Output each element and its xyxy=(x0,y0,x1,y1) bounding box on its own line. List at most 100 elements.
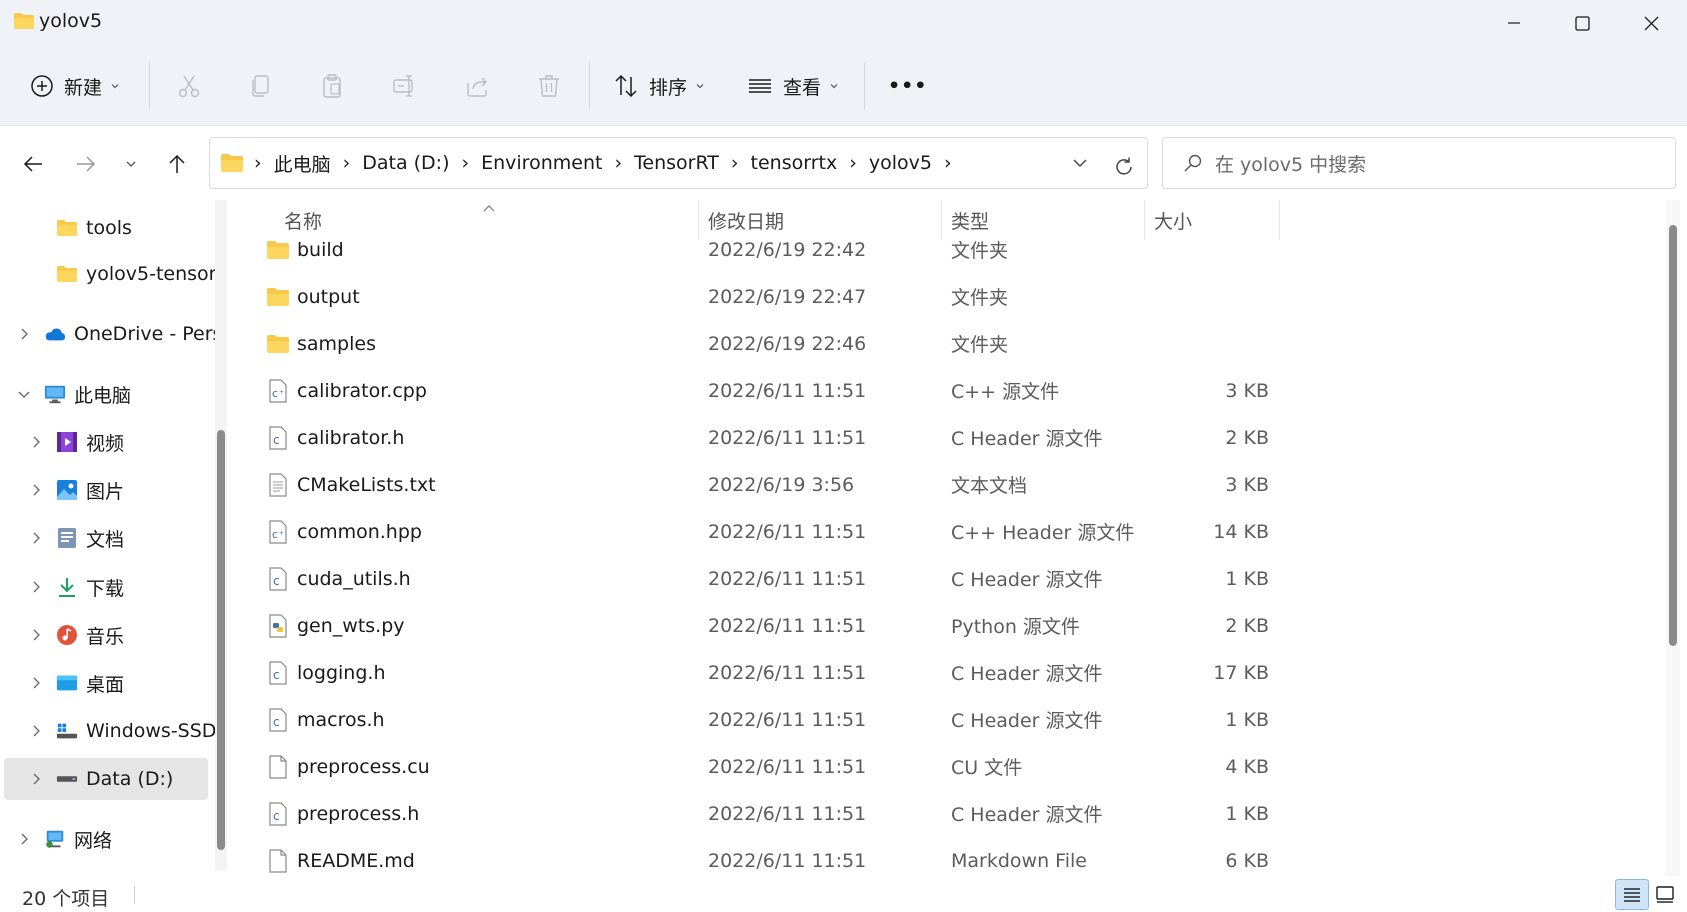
chevron-right-icon[interactable] xyxy=(28,579,44,595)
sidebar-item-this-pc[interactable]: 此电脑 xyxy=(4,373,208,415)
breadcrumb-chevron-icon[interactable]: › xyxy=(343,152,351,174)
new-button[interactable]: 新建 xyxy=(30,66,120,106)
cut-button[interactable] xyxy=(176,66,202,106)
file-row[interactable]: CMakeLists.txt 2022/6/19 3:56 文本文档 3 KB xyxy=(234,461,1662,508)
file-row[interactable]: c calibrator.h 2022/6/11 11:51 C Header 源文件… xyxy=(234,414,1662,461)
breadcrumb-chevron-icon[interactable]: › xyxy=(944,152,952,174)
more-options-button[interactable]: ••• xyxy=(888,66,927,106)
chevron-right-icon[interactable] xyxy=(28,482,44,498)
breadcrumb-chevron-icon[interactable]: › xyxy=(731,152,739,174)
details-view-button[interactable] xyxy=(1615,879,1649,910)
sidebar-scrollbar[interactable] xyxy=(215,200,227,870)
c-header-file-icon: c xyxy=(266,649,290,696)
search-input[interactable]: 在 yolov5 中搜索 xyxy=(1162,137,1676,189)
breadcrumb-item[interactable]: 此电脑 xyxy=(274,150,331,177)
sidebar-item-videos[interactable]: 视频 xyxy=(4,421,208,463)
breadcrumb-chevron-icon[interactable]: › xyxy=(614,152,622,174)
rename-button[interactable] xyxy=(392,66,418,106)
breadcrumb-item[interactable]: yolov5 xyxy=(869,152,932,174)
toolbar-divider xyxy=(864,62,865,110)
file-size: 4 KB xyxy=(1225,755,1269,778)
drive-windows-icon xyxy=(56,720,78,742)
file-row[interactable]: c cuda_utils.h 2022/6/11 11:51 C Header 源文件… xyxy=(234,555,1662,602)
breadcrumb-chevron-icon[interactable]: › xyxy=(849,152,857,174)
file-date: 2022/6/19 22:42 xyxy=(708,238,867,261)
sidebar-item-documents[interactable]: 文档 xyxy=(4,517,208,559)
paste-button[interactable] xyxy=(319,66,345,106)
sidebar-item-music[interactable]: 音乐 xyxy=(4,614,208,656)
file-row[interactable]: samples 2022/6/19 22:46 文件夹 xyxy=(234,320,1662,367)
sidebar-item-windows-ssd[interactable]: Windows-SSD xyxy=(4,710,215,752)
recent-locations-button[interactable] xyxy=(111,144,151,184)
back-button[interactable] xyxy=(13,144,53,184)
file-row[interactable]: build 2022/6/19 22:42 文件夹 xyxy=(234,226,1662,273)
file-type: C++ Header 源文件 xyxy=(951,522,1135,544)
chevron-right-icon[interactable] xyxy=(28,723,44,739)
breadcrumb-item[interactable]: Environment xyxy=(481,152,602,174)
file-date: 2022/6/11 11:51 xyxy=(708,849,867,872)
file-row[interactable]: output 2022/6/19 22:47 文件夹 xyxy=(234,273,1662,320)
sidebar-item-yolov5-tensorrt[interactable]: yolov5-tensorrt xyxy=(4,253,215,295)
sidebar-scrollbar-thumb[interactable] xyxy=(217,430,225,850)
share-button[interactable] xyxy=(464,66,490,106)
breadcrumb-item[interactable]: TensorRT xyxy=(634,152,719,174)
delete-button[interactable] xyxy=(536,66,562,106)
file-row[interactable]: gen_wts.py 2022/6/11 11:51 Python 源文件 2 KB xyxy=(234,602,1662,649)
sort-button[interactable]: 排序 xyxy=(613,66,705,106)
chevron-right-icon[interactable] xyxy=(28,434,44,450)
sidebar-item-pictures[interactable]: 图片 xyxy=(4,469,208,511)
blank-file-icon xyxy=(266,837,290,876)
refresh-button[interactable] xyxy=(1098,141,1150,193)
breadcrumb-chevron-icon[interactable]: › xyxy=(462,152,470,174)
c-header-file-icon: c xyxy=(266,790,290,837)
up-button[interactable] xyxy=(157,144,197,184)
file-row[interactable]: c + calibrator.cpp 2022/6/11 11:51 C++ 源文件 3 … xyxy=(234,367,1662,414)
view-button[interactable]: 查看 xyxy=(747,66,839,106)
sidebar-item-data-drive[interactable]: Data (D:) xyxy=(4,758,208,800)
address-history-button[interactable] xyxy=(1060,142,1100,184)
sort-label: 排序 xyxy=(649,76,688,99)
chevron-down-icon[interactable] xyxy=(16,386,32,402)
minimize-button[interactable] xyxy=(1478,0,1550,46)
breadcrumb-item[interactable]: Data (D:) xyxy=(362,152,449,174)
view-label: 查看 xyxy=(783,76,822,99)
sidebar-item-desktop[interactable]: 桌面 xyxy=(4,662,208,704)
folder-icon xyxy=(13,12,35,35)
file-row[interactable]: c macros.h 2022/6/11 11:51 C Header 源文件 1 KB xyxy=(234,696,1662,743)
sidebar-item-onedrive[interactable]: OneDrive - Personal xyxy=(4,313,215,355)
file-size xyxy=(1154,226,1269,273)
folder-icon xyxy=(266,226,290,273)
file-name: calibrator.cpp xyxy=(297,379,427,402)
copy-button[interactable] xyxy=(248,66,274,106)
clipboard-icon xyxy=(323,74,341,98)
chevron-right-icon[interactable] xyxy=(28,627,44,643)
file-list-scrollbar[interactable] xyxy=(1666,200,1680,876)
close-button[interactable] xyxy=(1615,0,1687,46)
chevron-right-icon[interactable] xyxy=(28,675,44,691)
drive-icon xyxy=(56,768,78,790)
file-list-scrollbar-thumb[interactable] xyxy=(1669,225,1677,646)
forward-button[interactable] xyxy=(66,144,106,184)
maximize-button[interactable] xyxy=(1546,0,1618,46)
svg-text:+: + xyxy=(279,530,284,537)
file-row[interactable]: README.md 2022/6/11 11:51 Markdown File 6 K… xyxy=(234,837,1662,876)
chevron-right-icon[interactable] xyxy=(16,326,32,342)
sidebar-item-downloads[interactable]: 下载 xyxy=(4,566,208,608)
address-bar[interactable]: › 此电脑 › Data (D:) › Environment › Tensor… xyxy=(209,137,1148,189)
navigation-row: › 此电脑 › Data (D:) › Environment › Tensor… xyxy=(0,126,1687,200)
chevron-right-icon[interactable] xyxy=(16,831,32,847)
breadcrumb-item[interactable]: tensorrtx xyxy=(751,152,838,174)
sidebar-item-tools[interactable]: tools xyxy=(4,207,208,249)
file-row[interactable]: c + common.hpp 2022/6/11 11:51 C++ Header 源文… xyxy=(234,508,1662,555)
tiles-view-button[interactable] xyxy=(1648,879,1682,910)
file-row[interactable]: c logging.h 2022/6/11 11:51 C Header 源文件 17 … xyxy=(234,649,1662,696)
maximize-icon xyxy=(1574,15,1590,31)
breadcrumb-chevron-icon: › xyxy=(254,152,262,174)
chevron-right-icon[interactable] xyxy=(28,771,44,787)
file-row[interactable]: preprocess.cu 2022/6/11 11:51 CU 文件 4 KB xyxy=(234,743,1662,790)
arrow-left-icon xyxy=(23,156,42,172)
folder-icon xyxy=(266,320,290,367)
chevron-right-icon[interactable] xyxy=(28,530,44,546)
file-row[interactable]: c preprocess.h 2022/6/11 11:51 C Header 源文件… xyxy=(234,790,1662,837)
sidebar-item-network[interactable]: 网络 xyxy=(4,818,208,860)
